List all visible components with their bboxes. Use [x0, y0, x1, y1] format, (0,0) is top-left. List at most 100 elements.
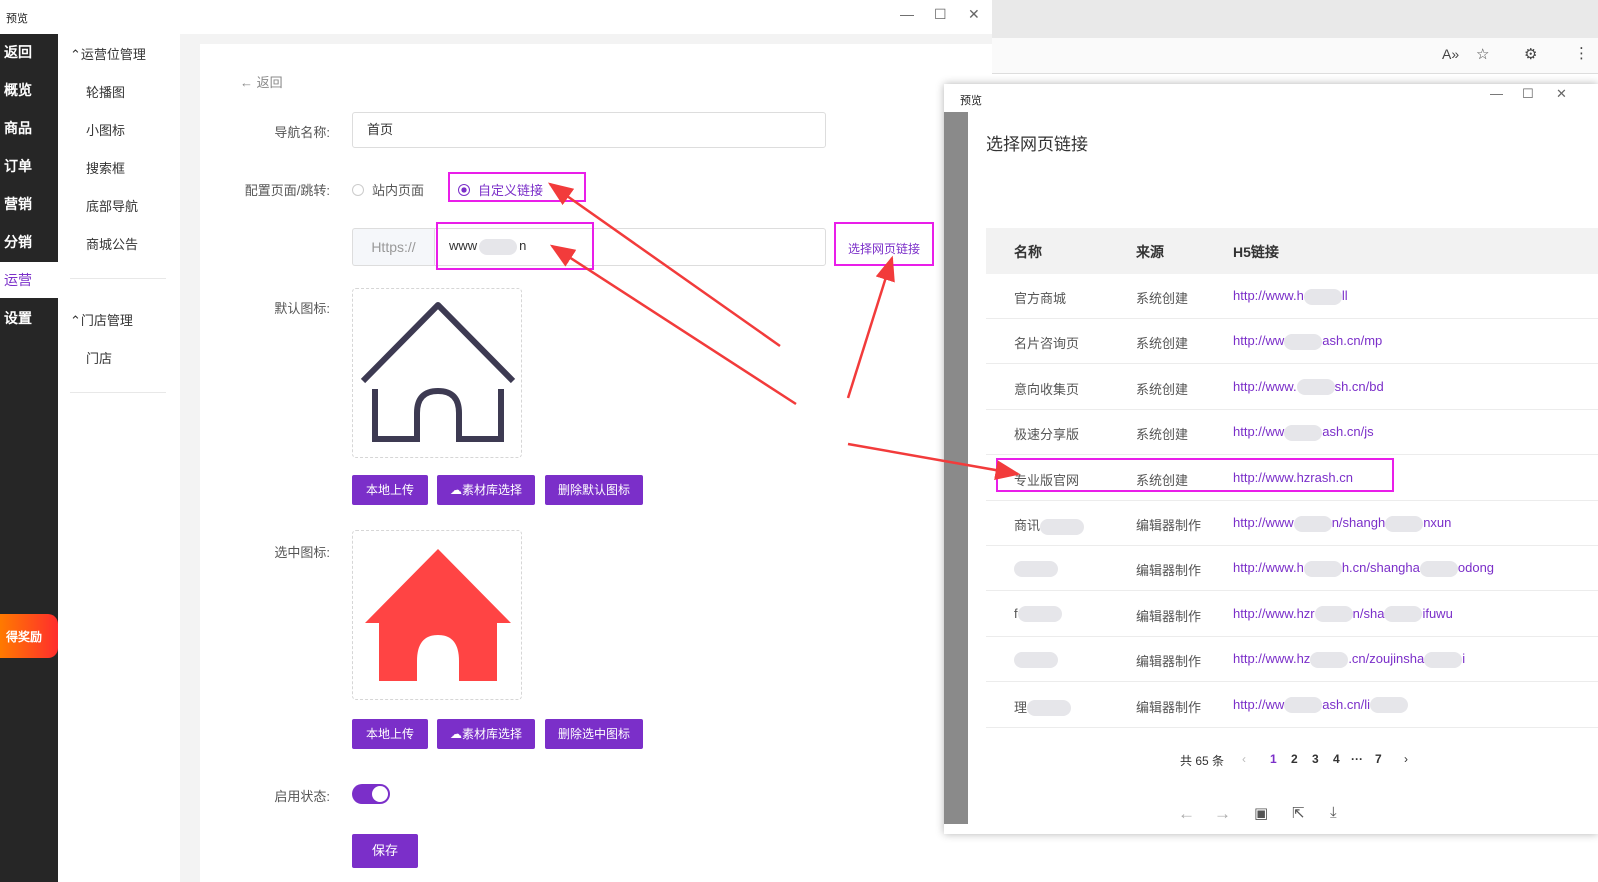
nav-overview[interactable]: 概览 — [0, 72, 58, 108]
library-select-button[interactable]: ☁素材库选择 — [437, 719, 535, 749]
redaction-blur — [1040, 518, 1085, 535]
nav-operations[interactable]: 运营 — [0, 262, 58, 298]
menu-item-bottom-nav[interactable]: 底部导航 — [86, 196, 138, 215]
next-page-icon[interactable]: › — [1404, 752, 1408, 766]
minimize-icon[interactable]: — — [1490, 86, 1503, 101]
prev-page-icon[interactable]: ‹ — [1242, 752, 1246, 766]
page-1[interactable]: 1 — [1270, 752, 1277, 766]
share-icon[interactable]: ⇱ — [1292, 804, 1305, 822]
table-row[interactable]: 意向收集页 系统创建 http://www. sh.cn/bd — [986, 365, 1598, 410]
home-filled-icon — [365, 549, 511, 681]
row-h5-link[interactable]: http://www n/shangh nxun — [1233, 515, 1451, 532]
redaction-blur — [1027, 700, 1072, 717]
row-h5-link[interactable]: http://www.hz .cn/zoujinsha i — [1233, 651, 1465, 668]
table-row[interactable]: 极速分享版 系统创建 http://ww ash.cn/js — [986, 410, 1598, 456]
menu-item-notice[interactable]: 商城公告 — [86, 234, 138, 253]
nav-distribution[interactable]: 分销 — [0, 224, 58, 260]
nav-back[interactable]: 返回 — [0, 34, 58, 70]
sub-menu: ⌃运营位管理 轮播图 小图标 搜索框 底部导航 商城公告 ⌃门店管理 门店 — [58, 34, 180, 882]
back-icon[interactable]: ← — [1178, 804, 1195, 824]
link-tail: n/sha — [1352, 605, 1385, 621]
minimize-icon[interactable]: — — [900, 6, 914, 22]
row-name-text: 意向收集页 — [1014, 381, 1080, 397]
back-link[interactable]: ← 返回 — [240, 72, 283, 91]
row-h5-link[interactable]: http://www. sh.cn/bd — [1233, 379, 1384, 396]
row-h5-link[interactable]: http://ww ash.cn/li — [1233, 697, 1408, 714]
row-h5-link[interactable]: http://www.hzr n/sha ifuwu — [1233, 606, 1453, 623]
menu-item-search-box[interactable]: 搜索框 — [86, 158, 125, 177]
chevron-up-icon: ⌃ — [70, 313, 81, 328]
radio-internal[interactable]: 站内页面 — [352, 180, 424, 199]
cloud-icon: ☁ — [449, 727, 462, 741]
read-aloud-icon[interactable]: A» — [1442, 46, 1459, 62]
menu-group-title: 门店管理 — [80, 313, 133, 328]
table-row[interactable]: 编辑器制作 http://www.hz .cn/zoujinsha i — [986, 637, 1598, 683]
upload-local-button[interactable]: 本地上传 — [352, 719, 428, 749]
redaction-blur — [1284, 424, 1323, 441]
row-h5-link[interactable]: http://www.h ll — [1233, 288, 1348, 305]
nav-name-input[interactable]: 首页 — [352, 112, 826, 148]
maximize-icon[interactable]: ☐ — [1522, 86, 1534, 102]
screenshot-icon[interactable]: ▣ — [1254, 804, 1268, 822]
table-row[interactable]: f 编辑器制作 http://www.hzr n/sha ifuwu — [986, 592, 1598, 637]
redaction-blur — [1310, 651, 1349, 668]
default-icon-box[interactable] — [352, 288, 522, 458]
table-row[interactable]: 官方商城 系统创建 http://www.h ll — [986, 274, 1598, 319]
nav-products[interactable]: 商品 — [0, 110, 58, 146]
row-name-text: 理 — [1014, 699, 1028, 715]
menu-group-stores[interactable]: ⌃门店管理 — [70, 310, 133, 329]
row-name: 极速分享版 — [1014, 424, 1079, 443]
menu-item-small-icon[interactable]: 小图标 — [86, 120, 125, 139]
enable-toggle[interactable] — [352, 784, 390, 804]
nav-settings[interactable]: 设置 — [0, 300, 58, 336]
row-h5-link[interactable]: http://ww ash.cn/mp — [1233, 333, 1382, 350]
close-icon[interactable]: ✕ — [968, 6, 980, 23]
link-tail: h.cn/shangha — [1341, 560, 1420, 576]
redaction-blur — [1303, 288, 1342, 305]
nav-marketing[interactable]: 营销 — [0, 186, 58, 222]
col-name: 名称 — [1014, 244, 1042, 260]
col-h5-link: H5链接 — [1233, 244, 1279, 260]
upload-local-button[interactable]: 本地上传 — [352, 475, 428, 505]
row-h5-link[interactable]: http://www.h h.cn/shangha odong — [1233, 560, 1494, 577]
page-7[interactable]: 7 — [1375, 752, 1382, 766]
row-h5-link[interactable]: http://ww ash.cn/js — [1233, 424, 1374, 441]
link-tail: ll — [1341, 288, 1348, 303]
close-icon[interactable]: ✕ — [1556, 86, 1567, 102]
page-3[interactable]: 3 — [1312, 752, 1319, 766]
menu-item-store[interactable]: 门店 — [86, 348, 112, 367]
window-titlebar: 预览 — ☐ ✕ — [0, 0, 992, 34]
download-icon[interactable]: ⤓ — [1330, 804, 1337, 821]
table-row[interactable]: 商讯 编辑器制作 http://www n/shangh nxun — [986, 501, 1598, 546]
menu-divider — [70, 278, 166, 279]
reward-badge[interactable]: 得奖励 — [0, 614, 58, 658]
redaction-blur — [1284, 697, 1323, 714]
arrow-left-icon: ← — [240, 75, 257, 90]
redaction-blur — [1424, 651, 1463, 668]
table-row[interactable]: 理 编辑器制作 http://ww ash.cn/li — [986, 683, 1598, 728]
row-source: 系统创建 — [1136, 381, 1189, 397]
table-row[interactable]: 名片咨询页 系统创建 http://ww ash.cn/mp — [986, 319, 1598, 365]
page-4[interactable]: 4 — [1333, 752, 1340, 766]
default-icon-label: 默认图标: — [274, 301, 330, 316]
link-text: http://www. — [1233, 378, 1297, 394]
url-prefix: Https:// — [352, 228, 434, 266]
maximize-icon[interactable]: ☐ — [934, 6, 947, 23]
favorite-icon[interactable]: ☆ — [1476, 45, 1489, 63]
delete-default-icon-button[interactable]: 删除默认图标 — [545, 475, 643, 505]
selected-icon-box[interactable] — [352, 530, 522, 700]
menu-group-operations[interactable]: ⌃运营位管理 — [70, 44, 146, 63]
row-source: 编辑器制作 — [1136, 654, 1202, 670]
table-row[interactable]: 编辑器制作 http://www.h h.cn/shangha odong — [986, 546, 1598, 592]
dialog-heading: 选择网页链接 — [986, 135, 1088, 154]
menu-item-banner[interactable]: 轮播图 — [86, 82, 125, 101]
row-source: 系统创建 — [1136, 336, 1189, 352]
page-2[interactable]: 2 — [1291, 752, 1298, 766]
more-icon[interactable]: ⋮ — [1574, 44, 1589, 62]
library-select-button[interactable]: ☁素材库选择 — [437, 475, 535, 505]
delete-selected-icon-button[interactable]: 删除选中图标 — [545, 719, 643, 749]
nav-orders[interactable]: 订单 — [0, 148, 58, 184]
forward-icon[interactable]: → — [1214, 804, 1231, 824]
save-button[interactable]: 保存 — [352, 834, 418, 868]
extension-icon[interactable]: ⚙ — [1524, 45, 1537, 63]
